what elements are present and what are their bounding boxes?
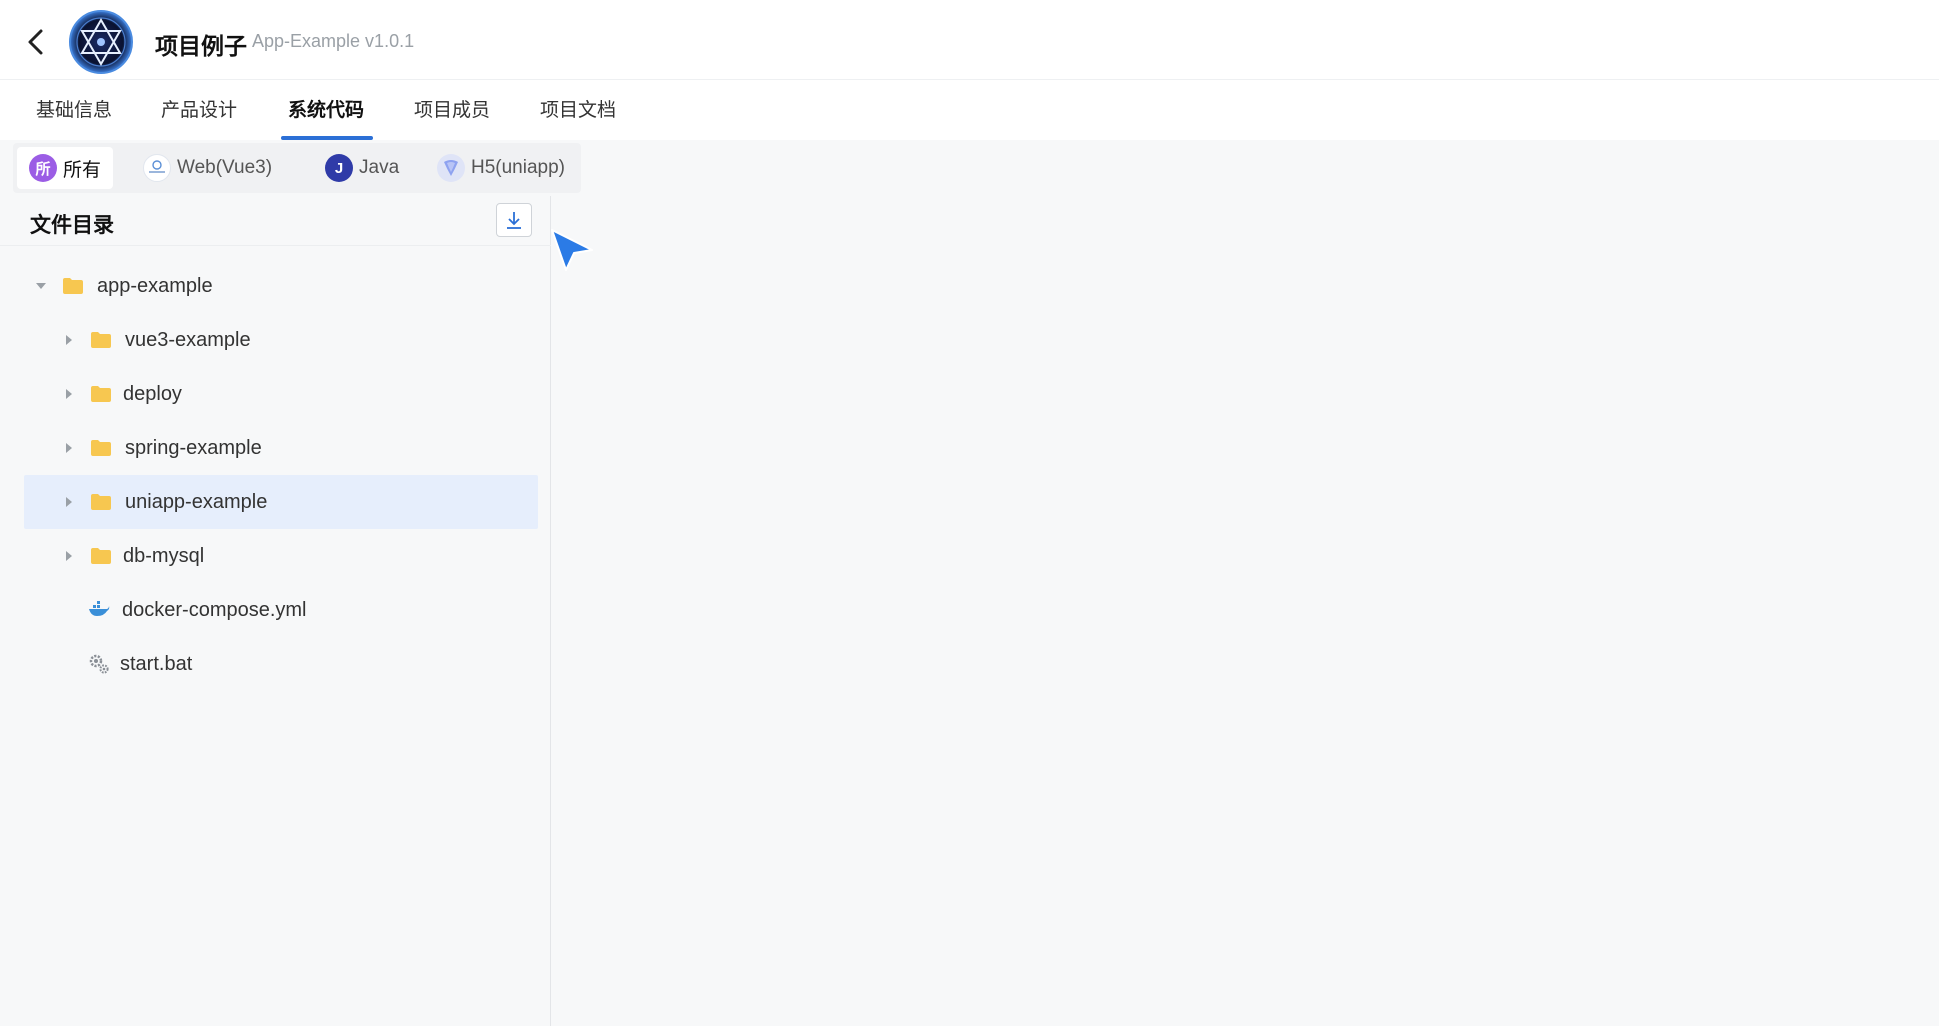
mouse-cursor-icon	[551, 229, 593, 271]
code-filter-bar: 所 所有 Web(Vue3) J Java H5(uniapp)	[13, 143, 581, 193]
panel-header: 文件目录	[0, 196, 551, 246]
tab-system-code[interactable]: 系统代码	[288, 80, 364, 140]
tree-item-label: docker-compose.yml	[122, 598, 307, 621]
docker-icon	[89, 601, 110, 616]
tree-item-vue3-example[interactable]: vue3-example	[24, 313, 538, 367]
tree-item-label: db-mysql	[123, 544, 205, 567]
download-button[interactable]	[496, 203, 532, 237]
chip-label: 所有	[63, 159, 102, 181]
tree-item-app-example[interactable]: app-example	[24, 259, 538, 313]
all-icon: 所	[29, 154, 57, 182]
tree-item-start-bat[interactable]: start.bat	[24, 637, 538, 691]
top-header: 项目例子 App-Example v1.0.1	[0, 0, 1939, 80]
chip-all[interactable]: 所 所有	[17, 147, 114, 189]
folder-icon	[91, 440, 111, 456]
app-root: 项目例子 App-Example v1.0.1 基础信息 产品设计 系统代码 项…	[0, 0, 1939, 1026]
uniapp-icon	[437, 154, 465, 182]
tab-members[interactable]: 项目成员	[414, 80, 490, 140]
chip-web-vue3[interactable]: Web(Vue3)	[131, 147, 284, 189]
tree-item-label: deploy	[123, 382, 182, 405]
tab-bar: 基础信息 产品设计 系统代码 项目成员 项目文档	[0, 80, 1939, 140]
chevron-left-icon	[28, 29, 43, 55]
tree-item-label: uniapp-example	[125, 490, 268, 513]
project-version: App-Example v1.0.1	[252, 31, 415, 51]
caret-right-icon[interactable]	[62, 441, 76, 455]
tree-item-docker-compose[interactable]: docker-compose.yml	[24, 583, 538, 637]
tree-item-label: start.bat	[120, 652, 193, 675]
panel-title: 文件目录	[30, 214, 114, 237]
tree-item-label: app-example	[97, 274, 213, 297]
back-button[interactable]	[22, 24, 52, 60]
tree-item-uniapp-example[interactable]: uniapp-example	[24, 475, 538, 529]
caret-down-icon[interactable]	[34, 279, 48, 293]
folder-icon	[91, 386, 111, 402]
chip-java[interactable]: J Java	[313, 147, 411, 189]
chip-label: H5(uniapp)	[471, 157, 565, 178]
tree-item-deploy[interactable]: deploy	[24, 367, 538, 421]
project-title: 项目例子	[155, 33, 247, 59]
chip-h5-uniapp[interactable]: H5(uniapp)	[425, 147, 577, 189]
tree-item-db-mysql[interactable]: db-mysql	[24, 529, 538, 583]
tree-item-label: vue3-example	[125, 328, 251, 351]
folder-icon	[91, 494, 111, 510]
tab-product-design[interactable]: 产品设计	[161, 80, 237, 140]
chip-label: Web(Vue3)	[177, 157, 273, 178]
tree-item-label: spring-example	[125, 436, 262, 459]
folder-icon	[91, 548, 111, 564]
java-icon: J	[325, 154, 353, 182]
gear-icon	[89, 654, 109, 674]
chip-label: Java	[359, 157, 400, 178]
caret-right-icon[interactable]	[62, 387, 76, 401]
project-logo	[69, 10, 133, 74]
folder-icon	[91, 332, 111, 348]
tab-documents[interactable]: 项目文档	[540, 80, 616, 140]
active-tab-indicator	[281, 136, 373, 140]
caret-right-icon[interactable]	[62, 549, 76, 563]
folder-icon	[63, 278, 83, 294]
tree-item-spring-example[interactable]: spring-example	[24, 421, 538, 475]
download-icon	[507, 212, 521, 229]
web-vue-icon	[143, 154, 171, 182]
file-directory-panel: 文件目录 app-example vue3-example deploy spr…	[0, 196, 551, 1026]
caret-right-icon[interactable]	[62, 495, 76, 509]
caret-right-icon[interactable]	[62, 333, 76, 347]
tab-basic-info[interactable]: 基础信息	[36, 80, 112, 140]
